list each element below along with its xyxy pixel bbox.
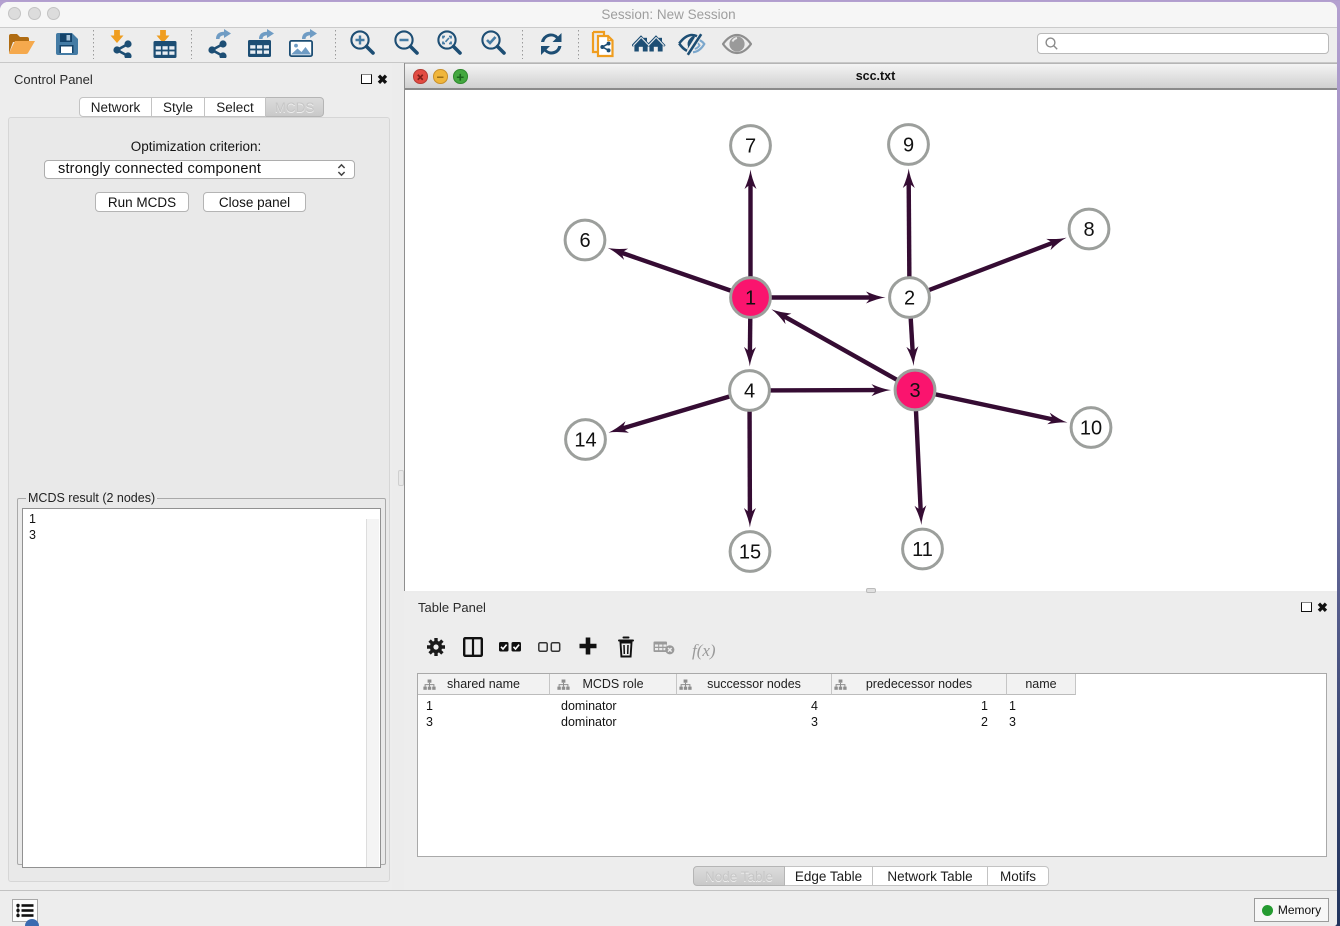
svg-text:8: 8	[1083, 219, 1094, 241]
svg-text:4: 4	[744, 381, 755, 403]
svg-text:10: 10	[1080, 418, 1102, 440]
svg-text:3: 3	[909, 380, 920, 402]
svg-text:14: 14	[574, 430, 596, 452]
svg-text:11: 11	[912, 539, 933, 561]
svg-text:2: 2	[904, 288, 915, 310]
svg-text:6: 6	[579, 230, 590, 252]
svg-text:15: 15	[739, 542, 761, 564]
svg-text:7: 7	[745, 136, 756, 158]
svg-text:9: 9	[903, 135, 914, 157]
svg-text:1: 1	[745, 288, 756, 310]
